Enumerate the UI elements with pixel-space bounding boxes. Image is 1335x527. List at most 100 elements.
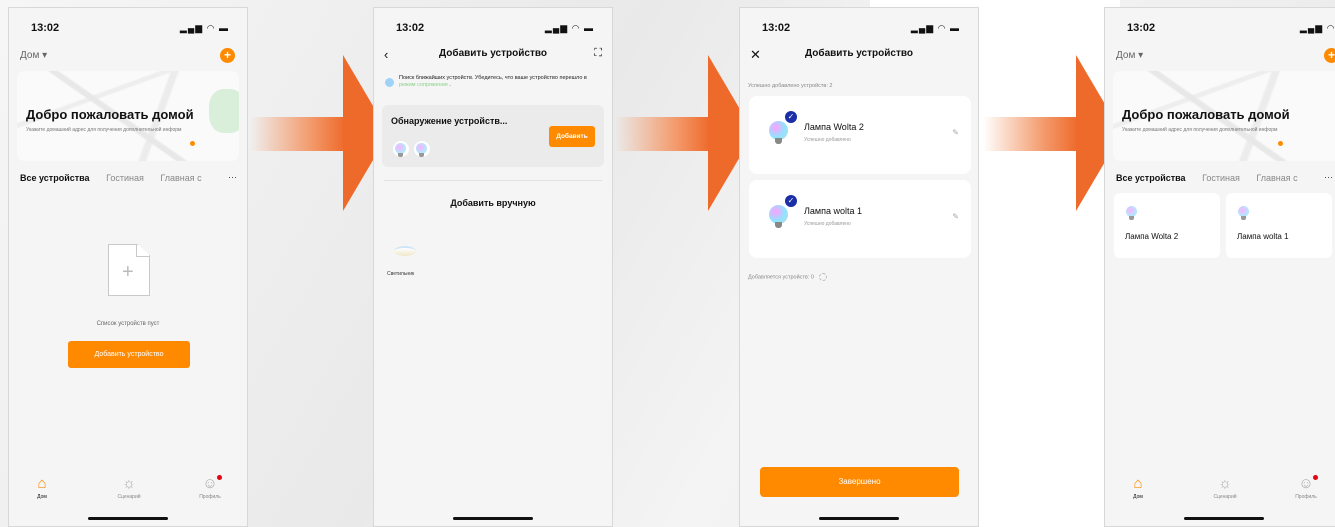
tab-living-room[interactable]: Гостиная xyxy=(1202,173,1240,183)
header: ✕ Добавить устройство xyxy=(740,47,978,64)
tab-main[interactable]: Главная с xyxy=(160,173,201,183)
add-device-button[interactable]: Добавить устройство xyxy=(68,341,190,368)
more-icon[interactable]: ··· xyxy=(1324,172,1333,182)
added-device-card[interactable]: ✓ Лампа wolta 1 Успешно добавлено ✎ xyxy=(749,180,971,258)
arrow-1 xyxy=(250,55,390,215)
add-icon[interactable]: + xyxy=(1324,48,1335,63)
status-icons: ▂▄▆ ◠ ▬ xyxy=(1299,23,1335,33)
status-icons: ▂▄▆ ◠ ▬ xyxy=(544,23,594,33)
tab-living-room[interactable]: Гостиная xyxy=(106,173,144,183)
phone-screen-add-device: 13:02 ▂▄▆ ◠ ▬ ‹ Добавить устройство ⛶ По… xyxy=(373,7,613,527)
bulb-icon xyxy=(1238,206,1249,220)
add-found-button[interactable]: Добавить xyxy=(549,126,595,147)
nav-home[interactable]: ⌂ Дом xyxy=(17,475,67,501)
map-park xyxy=(209,89,239,133)
status-time: 13:02 xyxy=(396,22,425,34)
loading-spinner-icon xyxy=(818,273,827,281)
nav-home-label: Дом xyxy=(1133,494,1143,500)
bulb-icon xyxy=(1126,206,1137,220)
bulb-icon xyxy=(416,143,427,157)
bulb-icon xyxy=(769,205,788,228)
notification-badge xyxy=(1313,475,1318,480)
notification-badge xyxy=(217,475,222,480)
header: ‹ Добавить устройство ⛶ xyxy=(374,47,612,64)
back-icon[interactable]: ‹ xyxy=(384,47,388,62)
welcome-title: Добро пожаловать домой xyxy=(26,107,194,122)
nav-scenes[interactable]: ☼ Сценарий xyxy=(104,476,154,501)
home-indicator xyxy=(1184,517,1264,520)
discovery-card: Обнаружение устройств... Добавить xyxy=(382,105,604,167)
profile-icon: ☺ xyxy=(202,475,218,492)
home-selector[interactable]: Дом ▾ xyxy=(1116,50,1143,61)
welcome-card[interactable]: Добро пожаловать домой Укажите домашний … xyxy=(1113,71,1335,161)
nav-home[interactable]: ⌂ Дом xyxy=(1113,476,1163,501)
arrow-2 xyxy=(615,55,755,215)
adding-status: Добавляется устройств: 0 xyxy=(748,273,827,281)
page-title: Добавить устройство xyxy=(439,48,547,59)
home-selector[interactable]: Дом ▾ xyxy=(20,50,47,61)
device-tile-name: Лампа wolta 1 xyxy=(1237,232,1289,241)
success-count: Успешно добавлено устройств: 2 xyxy=(748,83,833,89)
found-device-1[interactable] xyxy=(393,141,409,157)
status-time: 13:02 xyxy=(1127,22,1156,34)
nav-scenes-label: Сценарий xyxy=(1213,494,1237,500)
added-device-card[interactable]: ✓ Лампа Wolta 2 Успешно добавлено ✎ xyxy=(749,96,971,174)
close-icon[interactable]: ✕ xyxy=(750,47,761,63)
device-status: Успешно добавлено xyxy=(804,221,851,227)
check-icon: ✓ xyxy=(785,195,797,207)
welcome-title: Добро пожаловать домой xyxy=(1122,107,1290,122)
bulb-icon xyxy=(395,143,406,157)
profile-icon: ☺ xyxy=(1298,475,1314,492)
status-time: 13:02 xyxy=(762,22,791,34)
status-time: 13:02 xyxy=(31,22,60,34)
bulb-icon xyxy=(769,121,788,144)
nav-scenes[interactable]: ☼ Сценарий xyxy=(1200,475,1250,501)
search-radar-icon xyxy=(385,78,394,87)
scan-icon[interactable]: ⛶ xyxy=(594,47,602,60)
status-icons: ▂▄▆ ◠ ▬ xyxy=(910,23,960,33)
nav-profile[interactable]: ☺ Профиль xyxy=(185,475,235,500)
ceiling-lamp-label[interactable]: Светильник xyxy=(387,271,414,277)
ceiling-lamp-icon[interactable] xyxy=(394,246,416,256)
more-icon[interactable]: ··· xyxy=(228,172,237,182)
room-tabs: Все устройства Гостиная Главная с ··· xyxy=(1116,172,1335,187)
status-icons: ▂▄▆ ◠ ▬ xyxy=(179,23,229,33)
search-hint: Поиск ближайших устройств. Убедитесь, чт… xyxy=(399,75,604,89)
device-name: Лампа wolta 1 xyxy=(804,206,862,216)
phone-screen-home-empty: 13:02 ▂▄▆ ◠ ▬ Дом ▾ + Добро пожаловать д… xyxy=(8,7,248,527)
welcome-card[interactable]: Добро пожаловать домой Укажите домашний … xyxy=(17,71,239,161)
device-status: Успешно добавлено xyxy=(804,137,851,143)
device-tile[interactable]: Лампа wolta 1 xyxy=(1226,193,1332,258)
device-tile[interactable]: Лампа Wolta 2 xyxy=(1114,193,1220,258)
tab-main[interactable]: Главная с xyxy=(1256,173,1297,183)
sun-icon: ☼ xyxy=(1218,475,1232,492)
empty-list-text: Список устройств пуст xyxy=(96,321,160,327)
edit-icon[interactable]: ✎ xyxy=(952,128,959,137)
phone-screen-added: 13:02 ▂▄▆ ◠ ▬ ✕ Добавить устройство Успе… xyxy=(739,7,979,527)
status-bar: 13:02 ▂▄▆ ◠ ▬ xyxy=(374,22,612,36)
map-pin xyxy=(190,141,195,146)
status-bar: 13:02 ▂▄▆ ◠ ▬ xyxy=(1105,22,1335,36)
divider xyxy=(384,180,602,181)
add-icon[interactable]: + xyxy=(220,48,235,63)
done-button[interactable]: Завершено xyxy=(760,467,959,497)
room-tabs: Все устройства Гостиная Главная с ··· xyxy=(20,172,239,187)
nav-profile[interactable]: ☺ Профиль xyxy=(1281,475,1331,500)
device-tile-name: Лампа Wolta 2 xyxy=(1125,232,1179,241)
nav-profile-label: Профиль xyxy=(1295,494,1317,500)
tab-all-devices[interactable]: Все устройства xyxy=(1116,173,1186,183)
discovery-title: Обнаружение устройств... xyxy=(391,116,508,126)
map-pin xyxy=(1278,141,1283,146)
arrow-3 xyxy=(983,55,1123,215)
add-manually-title: Добавить вручную xyxy=(450,198,536,208)
edit-icon[interactable]: ✎ xyxy=(952,212,959,221)
tab-all-devices[interactable]: Все устройства xyxy=(20,173,90,183)
bottom-nav: ⌂ Дом ☼ Сценарий ☺ Профиль xyxy=(9,475,247,512)
home-icon: ⌂ xyxy=(37,475,47,492)
home-indicator xyxy=(88,517,168,520)
pairing-mode-link[interactable]: режим сопряжения xyxy=(399,82,448,88)
found-device-2[interactable] xyxy=(414,141,430,157)
home-indicator xyxy=(453,517,533,520)
welcome-subtitle: Укажите домашний адрес для получения доп… xyxy=(1122,127,1278,133)
page-title: Добавить устройство xyxy=(805,48,913,59)
